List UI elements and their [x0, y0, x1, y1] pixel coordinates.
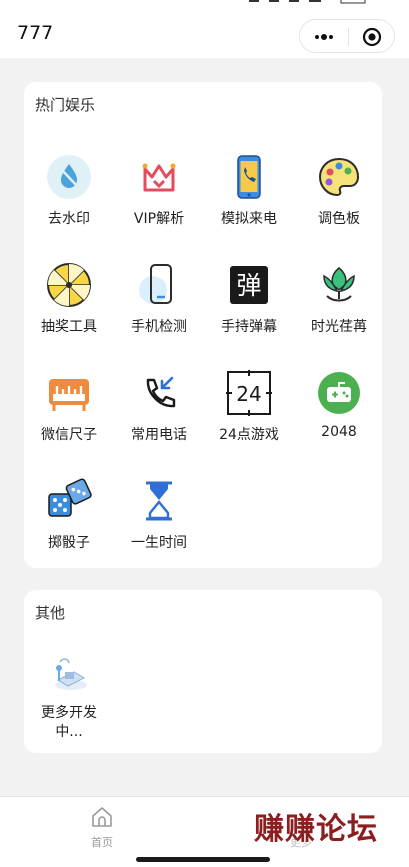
svg-text:24: 24	[236, 382, 261, 406]
tool-palette[interactable]: 调色板	[294, 154, 384, 254]
tool-24-points-game[interactable]: 24 24点游戏	[204, 370, 294, 470]
tool-time-flies[interactable]: 时光荏苒	[294, 262, 384, 362]
tool-label: VIP解析	[133, 211, 185, 227]
section-title-other: 其他	[35, 604, 66, 622]
developing-icon	[55, 658, 87, 690]
target-circle-icon[interactable]	[362, 27, 382, 47]
mini-program-capsule	[299, 19, 395, 53]
page-title: 777	[17, 22, 54, 44]
tool-2048[interactable]: 2048	[294, 370, 384, 470]
tool-label: 手机检测	[131, 319, 187, 335]
status-bar	[0, 0, 409, 10]
tool-label-line1: 更多开发	[41, 705, 97, 721]
tool-label: 手持弹幕	[221, 319, 277, 335]
svg-text:弹: 弹	[236, 271, 261, 300]
vip-crown-icon	[142, 163, 176, 192]
tool-lifetime[interactable]: 一生时间	[114, 478, 204, 578]
tool-label: 微信尺子	[41, 427, 97, 443]
phone-call-icon	[146, 376, 176, 408]
barrage-icon: 弹	[230, 266, 268, 304]
tool-label: 更多开发 中...	[32, 704, 106, 742]
hot-entertainment-card: 热门娱乐 去水印 VIP解析 模拟来电 调色板 抽奖工具 手机检测 弹 手持弹幕…	[24, 82, 382, 568]
tool-lottery[interactable]: 抽奖工具	[24, 262, 114, 362]
tool-wechat-ruler[interactable]: 微信尺子	[24, 370, 114, 470]
tool-label: 去水印	[48, 211, 90, 227]
more-dots-icon[interactable]	[314, 30, 334, 44]
tab-home[interactable]: 首页	[74, 805, 130, 851]
tool-label: 抽奖工具	[41, 319, 97, 335]
tool-label: 一生时间	[131, 535, 187, 551]
watermark-drop-icon	[47, 155, 91, 199]
ruler-icon	[49, 379, 89, 411]
tool-label: 模拟来电	[221, 211, 277, 227]
hourglass-icon	[146, 481, 172, 521]
tool-label: 常用电话	[131, 427, 187, 443]
home-icon	[92, 807, 112, 827]
dice-icon	[48, 478, 92, 517]
watermark: 赚赚论坛	[254, 812, 378, 847]
tool-label: 掷骰子	[48, 535, 90, 551]
tool-fake-call[interactable]: 模拟来电	[204, 154, 294, 254]
lotus-clock-icon	[323, 267, 355, 302]
section-title-hot: 热门娱乐	[35, 96, 96, 114]
tool-common-phone[interactable]: 常用电话	[114, 370, 204, 470]
palette-icon	[318, 157, 360, 197]
tool-phone-check[interactable]: 手机检测	[114, 262, 204, 362]
phone-check-icon	[139, 264, 172, 304]
nav-header: 777	[0, 0, 409, 58]
tool-label: 调色板	[318, 211, 360, 227]
tool-label-line2: 中...	[55, 724, 83, 740]
tool-handheld-barrage[interactable]: 弹 手持弹幕	[204, 262, 294, 362]
gamepad-icon	[318, 372, 360, 414]
tool-remove-watermark[interactable]: 去水印	[24, 154, 114, 254]
home-indicator	[136, 857, 270, 862]
tool-dice[interactable]: 掷骰子	[24, 478, 114, 578]
tool-more-in-development[interactable]: 更多开发 中...	[32, 654, 106, 744]
tool-vip-parse[interactable]: VIP解析	[114, 154, 204, 254]
status-icons	[249, 0, 366, 4]
tool-label: 时光荏苒	[311, 319, 367, 335]
tool-label: 2048	[321, 424, 357, 440]
capsule-divider	[348, 28, 349, 46]
tool-label: 24点游戏	[219, 427, 279, 443]
lottery-wheel-icon	[47, 263, 91, 307]
incoming-call-phone-icon	[237, 155, 261, 199]
other-card: 其他 更多开发 中...	[24, 590, 382, 753]
tab-label: 首页	[91, 836, 113, 849]
card-24-icon: 24	[226, 370, 272, 416]
